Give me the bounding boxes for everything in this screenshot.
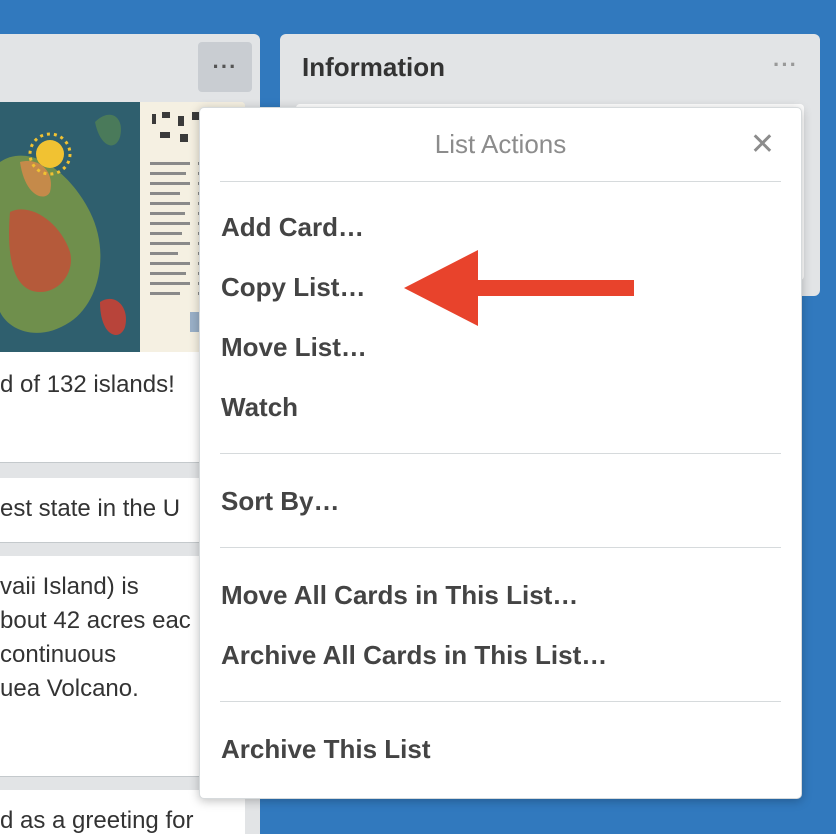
card-text: continuous <box>0 641 117 668</box>
divider <box>220 453 781 454</box>
list-title: Information <box>302 52 445 82</box>
list-actions-popover: List Actions ✕ Add Card… Copy List… Move… <box>199 107 802 799</box>
ellipsis-icon[interactable]: ··· <box>773 52 798 78</box>
card-text: est state in the U <box>0 495 181 522</box>
divider <box>220 547 781 548</box>
card-text: d as a greeting for <box>0 807 194 834</box>
card-text: uea Volcano. <box>0 675 139 702</box>
red-arrow-icon <box>404 250 634 326</box>
divider <box>220 701 781 702</box>
add-card-item[interactable]: Add Card… <box>221 210 364 244</box>
move-list-item[interactable]: Move List… <box>221 330 367 364</box>
popover-title: List Actions <box>434 129 567 159</box>
move-all-cards-item[interactable]: Move All Cards in This List… <box>221 578 578 612</box>
close-icon[interactable]: ✕ <box>750 130 775 160</box>
popover-header: List Actions ✕ <box>220 108 781 182</box>
watch-item[interactable]: Watch <box>221 390 298 424</box>
card-text: vaii Island) is <box>0 573 139 600</box>
sort-by-item[interactable]: Sort By… <box>221 484 339 518</box>
card-text: bout 42 acres eac <box>0 607 191 634</box>
copy-list-item[interactable]: Copy List… <box>221 270 365 304</box>
list-menu-button[interactable]: ··· <box>198 42 252 92</box>
archive-all-cards-item[interactable]: Archive All Cards in This List… <box>221 638 607 672</box>
card-text: d of 132 islands! <box>0 371 175 398</box>
archive-list-item[interactable]: Archive This List <box>221 732 431 766</box>
ellipsis-icon: ··· <box>212 54 238 79</box>
